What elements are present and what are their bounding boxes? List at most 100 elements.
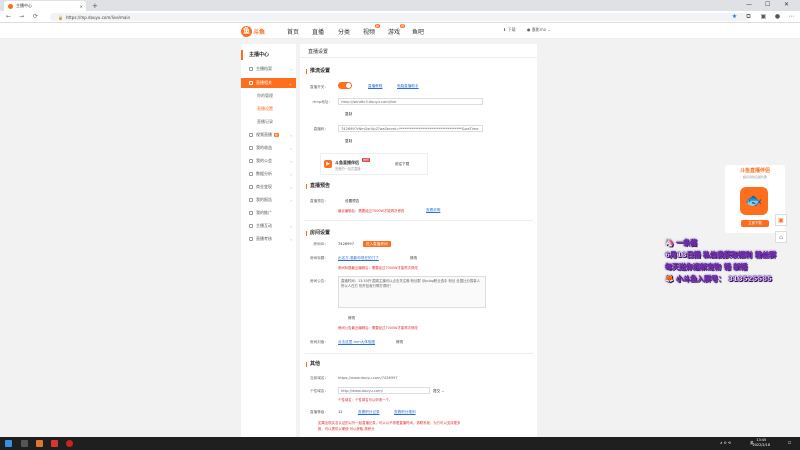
maximize-button[interactable]: ☐ (765, 1, 770, 8)
more-menu-icon[interactable]: ⋯ (788, 13, 795, 20)
sidebar-item-label: 我的报告 (256, 197, 272, 202)
sidebar-item-label: 我的公会 (256, 158, 272, 163)
refresh-icon[interactable]: ⟳ (33, 13, 38, 20)
windows-start-icon[interactable] (5, 440, 12, 447)
overlay-line-1: 🦄 一条酱 (665, 238, 698, 248)
level-label: 直播等级： (310, 410, 328, 414)
overlay-line-2: 6月13日播 私信我获取福利 粉丝群 (665, 250, 776, 260)
profile-icon[interactable]: ● (774, 13, 781, 20)
user-menu[interactable]: ● 墨影mo ⌄ (527, 27, 551, 33)
copy-rtmp-button[interactable]: 复制 (345, 112, 352, 117)
preview-label: 直播预告： (310, 199, 328, 203)
nav-video[interactable]: 视频新 (363, 24, 381, 36)
promo-download-button[interactable]: 前往下载 (395, 162, 409, 167)
sidebar-sub-live-records[interactable]: 直播记录 (241, 117, 296, 126)
minimize-button[interactable]: — (746, 1, 752, 8)
sidebar-item-guild[interactable]: 我的公会 › (241, 156, 296, 166)
sidebar-item-promotion[interactable]: 我的推广 (241, 208, 296, 218)
interaction-icon (249, 224, 253, 228)
favorite-star-icon[interactable]: ★ (731, 13, 738, 20)
download-link[interactable]: ⬇ 下载 (503, 27, 516, 33)
cover-link[interactable]: 点击这里-mm大体验图 (338, 340, 375, 345)
cover-label: 房间封面： (310, 340, 328, 344)
sidebar-item-label: 直播考核 (256, 236, 272, 241)
douyu-logo[interactable]: 鱼 斗鱼 (241, 25, 273, 37)
edit-title-button[interactable]: 修改 (410, 256, 417, 261)
side-tool-icon[interactable]: ▣ (775, 214, 787, 226)
copy-code-button[interactable]: 复制 (345, 139, 352, 144)
side-feedback-icon[interactable]: ⌂ (775, 231, 787, 243)
taskbar-clock[interactable]: 13:45 2022/2/18 (753, 438, 770, 448)
rtmp-field[interactable]: rtmp://sendtc3.douyu.com/live (338, 98, 483, 105)
stream-section-title: 推流设置 (306, 69, 330, 74)
sidebar-item-analytics[interactable]: 数据分析 › (241, 169, 296, 179)
notice-label: 房间公告： (310, 279, 328, 283)
extensions-icon[interactable]: ▣ (760, 13, 767, 20)
chevron-right-icon: › (290, 66, 292, 72)
app-record-icon[interactable] (66, 440, 73, 447)
search-icon[interactable] (21, 440, 28, 447)
tray-icons[interactable]: ∧ ⊙ ⟲ (720, 441, 731, 445)
app-red-icon[interactable] (51, 440, 58, 447)
stream-code-field[interactable]: 7426997rNmQsrVp2?wsSecret=**************… (338, 125, 483, 132)
sidebar-sub-live-settings[interactable]: 直播设置 (241, 104, 296, 113)
nav-category[interactable]: 分类 (338, 27, 350, 36)
sidebar-item-earnings[interactable]: 我的收益 › (241, 143, 296, 153)
collections-icon[interactable]: ⧉ (745, 13, 752, 20)
sidebar-item-monetize[interactable]: 商业变现 › (241, 182, 296, 192)
new-tab-button[interactable]: + (92, 2, 98, 10)
nav-video-badge: 新 (375, 24, 381, 28)
sidebar-item-label: 直播相关 (256, 80, 272, 85)
sidebar-item-label: 数据分析 (256, 171, 272, 176)
assistant-promo-card[interactable]: ▶ 斗鱼直播伴侣 推荐 完美的一站式直播 前往下载 (320, 153, 428, 175)
sidebar-title: 主播中心 (241, 50, 296, 60)
download-icon: ⬇ (503, 27, 507, 32)
level-rules-link[interactable]: 查看积分规则 (394, 410, 416, 415)
notification-icon[interactable]: ☐ (788, 441, 791, 445)
sidebar-item-interaction[interactable]: 主播互动 › (241, 221, 296, 231)
custom-domain-input[interactable]: http://www.douyu.com/ (338, 387, 430, 394)
sidebar-item-live[interactable]: 直播相关 ⌄ (241, 78, 296, 88)
nav-home[interactable]: 首页 (287, 27, 299, 36)
close-tab-icon[interactable]: ✕ (80, 4, 83, 9)
preview-note: 最近编辑后：需要经过7000W才能再次修改 (338, 209, 405, 213)
sidebar-item-assessment[interactable]: 直播考核 › (241, 234, 296, 244)
level-record-link[interactable]: 查看积分记录 (358, 410, 380, 415)
guild-icon (249, 159, 253, 163)
back-icon[interactable]: ← (6, 13, 11, 20)
sidebar-sub-manage[interactable]: 你的管理 (241, 91, 296, 100)
level-note-1: 如果出现实名认证的以外一起直播记录，可以以不停更直播时间，请联系我，为方可以支持… (318, 421, 461, 425)
tutorial-link[interactable]: 直播教程 (368, 84, 382, 89)
enter-room-button[interactable]: 进入直播房间 (363, 241, 391, 247)
live-switch-toggle[interactable] (338, 82, 352, 89)
overlay-emoji-icon: 🦄 (665, 239, 677, 247)
edit-cover-button[interactable]: 修改 (396, 340, 403, 345)
assistant-link[interactable]: 电脑直播助手 (397, 84, 419, 89)
nav-fishbar[interactable]: 鱼吧 (412, 27, 424, 36)
nav-live[interactable]: 直播 (312, 27, 324, 36)
close-window-button[interactable]: ✕ (784, 1, 789, 8)
sidebar-item-label: 视频直播 (256, 132, 272, 137)
page-title: 直播设置 (308, 49, 329, 55)
username: 墨影mo (531, 27, 547, 32)
edit-notice-button[interactable]: 修改 (348, 316, 355, 321)
sidebar-item-reports[interactable]: 我的报告 › (241, 195, 296, 205)
sidebar-item-profile[interactable]: 主播档案 › (241, 64, 296, 74)
nav-games-badge: 荐 (400, 24, 406, 28)
notice-textarea[interactable]: 直播时间：13:30开 围观主播可以点击关注哦 粉丝群 @pubg职业选手 粉丝… (338, 276, 486, 308)
nav-games[interactable]: 游戏荐 (388, 24, 406, 36)
sidebar-item-video-live[interactable]: 视频直播 新 › (241, 130, 296, 140)
app-orange-icon[interactable] (36, 440, 43, 447)
set-preview-button[interactable]: 设置预告 (345, 199, 359, 204)
sidebar-item-label: 我的推广 (256, 210, 272, 215)
assessment-icon (249, 237, 253, 241)
preview-help-link[interactable]: 查看说明 (426, 208, 440, 213)
switch-label: 直播开关： (310, 85, 328, 89)
forward-icon[interactable]: → (19, 13, 24, 20)
submit-domain-button[interactable]: 提交 ⌄ (433, 389, 444, 394)
overlay-line-3: 每天送你迎新宠物锤 新锤 (665, 262, 748, 272)
ad-download-button[interactable]: 立即下载 (741, 220, 769, 227)
overlay-line-4: 🦊 小斗鱼入群号： 313525585 (665, 274, 772, 284)
url-input[interactable]: 🔒 https://mp.douyu.com/live/main (50, 13, 750, 21)
browser-tab[interactable]: 主播中心 ✕ (4, 1, 86, 11)
